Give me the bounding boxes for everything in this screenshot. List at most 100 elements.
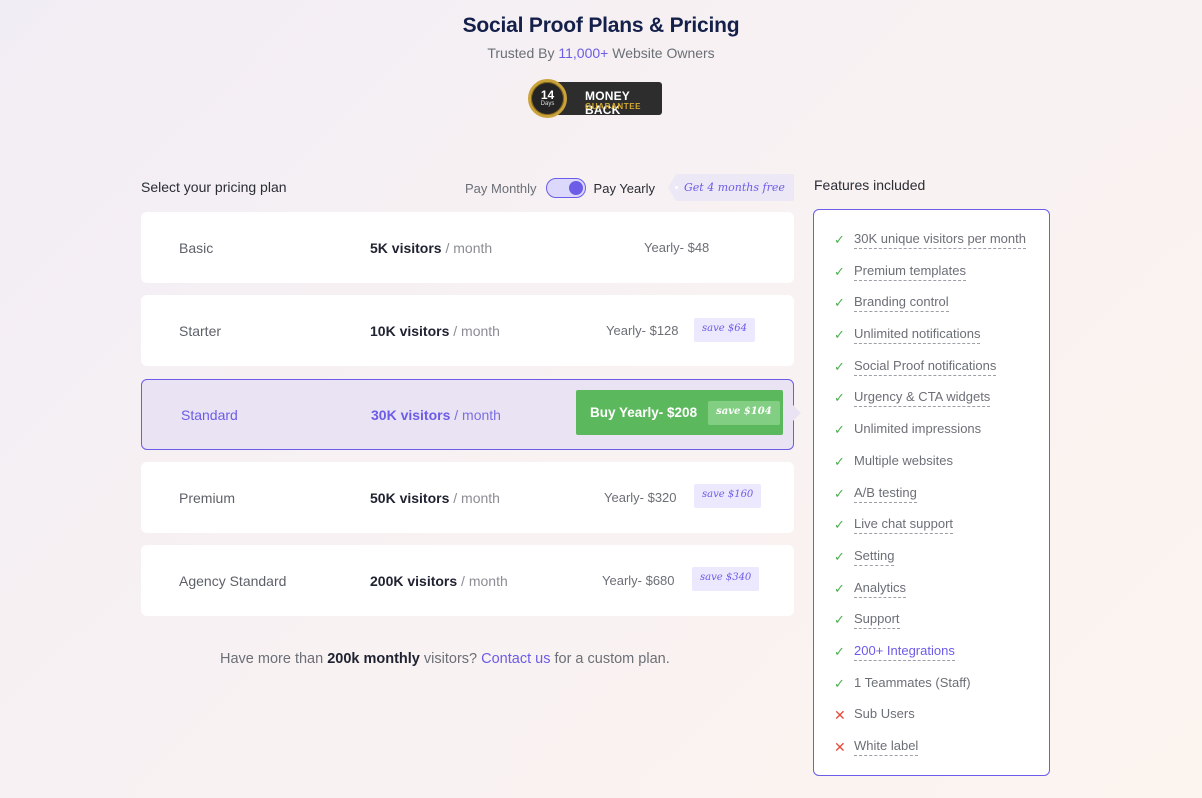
save-tag: save $64	[694, 318, 755, 342]
features-list: ✓ 30K unique visitors per month ✓ Premium t…	[813, 209, 1050, 776]
selected-plan-pointer	[793, 405, 801, 421]
check-icon: ✓	[834, 453, 845, 469]
feature-item: ✓ Premium templates	[834, 262, 1049, 294]
promo-tag: Get 4 months free	[668, 174, 794, 201]
feature-item: ✓ Analytics	[834, 579, 1049, 611]
feature-item: ✓ 1 Teammates (Staff)	[834, 674, 1049, 706]
pay-monthly-option[interactable]: Pay Monthly	[465, 181, 537, 196]
check-icon: ✓	[834, 548, 845, 564]
toggle-knob	[568, 180, 583, 195]
visitors-period: / month	[457, 572, 508, 589]
feature-item: ✓ 30K unique visitors per month	[834, 230, 1049, 262]
plan-row-basic[interactable]: Basic 5K visitors / month Yearly- $48	[141, 212, 794, 283]
feature-item: ✓ Urgency & CTA widgets	[834, 388, 1049, 420]
feature-item: ✓ Social Proof notifications	[834, 357, 1049, 389]
plan-row-agency-standard[interactable]: Agency Standard 200K visitors / month Ye…	[141, 545, 794, 616]
billing-toggle[interactable]	[545, 178, 586, 198]
subtitle-highlight: 11,000+	[558, 45, 609, 61]
contact-us-link[interactable]: Contact us	[481, 651, 550, 667]
check-icon: ✓	[834, 295, 845, 311]
subtitle-suffix: Website Owners	[608, 45, 715, 61]
billing-toggle-group: Pay Monthly Pay Yearly	[465, 176, 655, 200]
feature-label: 1 Teammates (Staff)	[854, 674, 971, 690]
feature-item: ✕ Sub Users	[834, 705, 1049, 737]
page-title: Social Proof Plans & Pricing	[462, 14, 740, 37]
custom-plan-note: Have more than 200k monthly visitors? Co…	[220, 651, 670, 667]
pay-yearly-option[interactable]: Pay Yearly	[594, 181, 655, 196]
check-icon: ✓	[834, 390, 845, 406]
page-header: Social Proof Plans & Pricing Trusted By …	[0, 14, 1202, 61]
feature-label: Sub Users	[854, 706, 915, 722]
visitors-count: 5K visitors	[370, 239, 442, 256]
save-tag: save $104	[708, 400, 780, 425]
feature-label[interactable]: Unlimited notifications	[854, 325, 981, 345]
visitors-count: 10K visitors	[370, 322, 450, 339]
feature-label[interactable]: Social Proof notifications	[854, 357, 997, 376]
check-icon: ✓	[834, 263, 845, 279]
plan-visitors: 50K visitors / month	[370, 490, 500, 506]
buy-button-label: Buy Yearly- $208	[590, 405, 698, 420]
plan-row-premium[interactable]: Premium 50K visitors / month Yearly- $32…	[141, 462, 794, 533]
feature-label[interactable]: White label	[854, 737, 919, 756]
badge-days-number: 14	[540, 88, 555, 102]
feature-item: ✓ Unlimited notifications	[834, 325, 1049, 357]
feature-label[interactable]: Branding control	[854, 293, 949, 313]
plan-price: Yearly- $680	[602, 573, 675, 588]
feature-item: ✓ Setting	[834, 547, 1049, 579]
feature-item: ✓ Multiple websites	[834, 452, 1049, 484]
feature-label[interactable]: Support	[854, 610, 900, 630]
plan-row-standard[interactable]: Standard 30K visitors / month Buy Yearly…	[141, 379, 794, 450]
check-icon: ✓	[834, 422, 845, 438]
check-icon: ✓	[834, 643, 845, 659]
feature-item: ✕ White label	[834, 737, 1049, 769]
feature-label: Unlimited impressions	[854, 421, 982, 437]
feature-item: ✓ Live chat support	[834, 515, 1049, 547]
save-tag: save $340	[692, 567, 760, 591]
subtitle-prefix: Trusted By	[487, 45, 559, 61]
check-icon: ✓	[834, 612, 845, 628]
visitors-count: 200K visitors	[370, 572, 458, 589]
plan-name: Basic	[179, 239, 214, 256]
money-back-guarantee-badge: MONEY BACK GUARANTEE 14 Days	[528, 79, 662, 118]
visitors-count: 50K visitors	[370, 489, 450, 506]
check-icon: ✓	[834, 327, 845, 343]
feature-label[interactable]: Premium templates	[854, 262, 966, 281]
feature-label[interactable]: Urgency & CTA widgets	[854, 388, 991, 408]
check-icon: ✓	[834, 580, 845, 596]
feature-label[interactable]: 200+ Integrations	[854, 642, 955, 661]
features-heading: Features included	[814, 177, 926, 193]
feature-label[interactable]: Live chat support	[854, 515, 954, 535]
feature-item: ✓ Unlimited impressions	[834, 420, 1049, 452]
badge-line2: GUARANTEE	[585, 102, 642, 111]
plan-row-starter[interactable]: Starter 10K visitors / month Yearly- $12…	[141, 295, 794, 366]
visitors-count: 30K visitors	[371, 406, 451, 423]
badge-days-label: Days	[540, 101, 555, 107]
plan-name: Standard	[181, 406, 238, 423]
feature-label: Multiple websites	[854, 452, 953, 468]
check-icon: ✓	[834, 517, 845, 533]
select-plan-label: Select your pricing plan	[141, 179, 287, 195]
check-icon: ✓	[834, 485, 845, 501]
plan-name: Premium	[179, 489, 236, 506]
plan-price: Yearly- $320	[604, 490, 677, 505]
visitors-period: / month	[449, 322, 500, 339]
check-icon: ✓	[834, 675, 845, 691]
page-subtitle: Trusted By 11,000+ Website Owners	[0, 45, 1202, 61]
note-middle: visitors?	[419, 651, 482, 667]
feature-label[interactable]: Analytics	[854, 579, 907, 598]
feature-label[interactable]: A/B testing	[854, 484, 917, 503]
visitors-period: / month	[441, 239, 493, 256]
plan-name: Starter	[179, 322, 222, 339]
feature-label[interactable]: Setting	[854, 547, 895, 566]
feature-item: ✓ 200+ Integrations	[834, 642, 1049, 674]
cross-icon: ✕	[834, 739, 846, 755]
note-bold: 200k monthly	[327, 651, 420, 667]
plan-visitors: 5K visitors / month	[370, 240, 492, 256]
check-icon: ✓	[834, 232, 845, 247]
plan-visitors: 30K visitors / month	[371, 407, 501, 423]
feature-label[interactable]: 30K unique visitors per month	[854, 230, 1026, 249]
note-suffix: for a custom plan.	[550, 651, 670, 667]
feature-item: ✓ Branding control	[834, 293, 1049, 325]
check-icon: ✓	[834, 358, 845, 374]
buy-yearly-button[interactable]: Buy Yearly- $208 save $104	[576, 390, 783, 435]
